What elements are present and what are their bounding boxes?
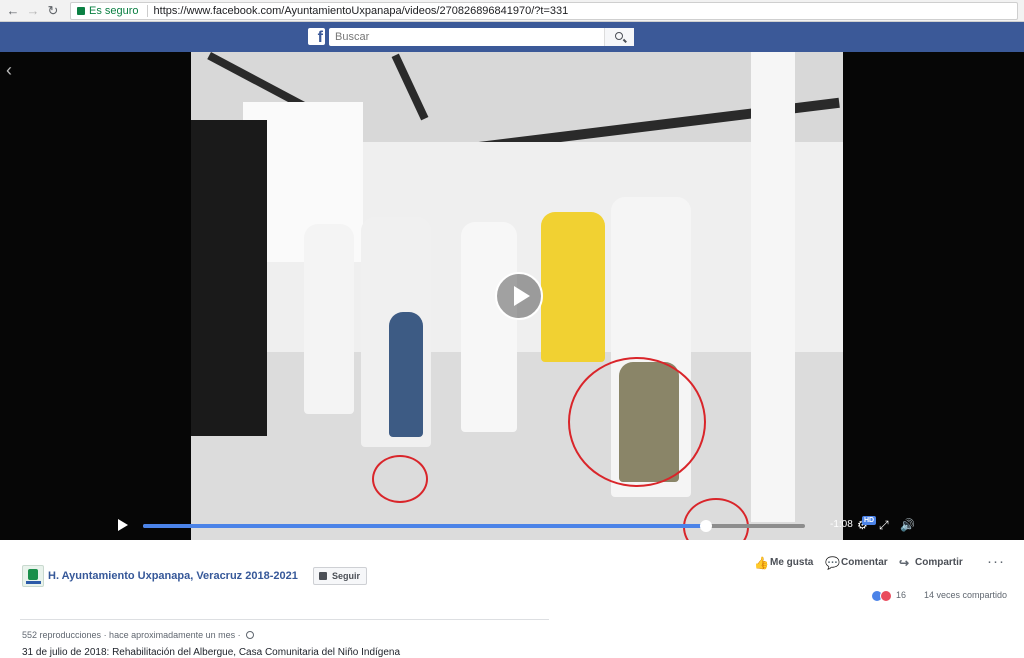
love-reaction-icon	[880, 590, 892, 602]
view-info: 552 reproducciones · hace aproximadament…	[22, 630, 255, 640]
more-options-icon[interactable]: ···	[987, 553, 1005, 570]
follow-icon	[319, 572, 327, 580]
avatar[interactable]	[22, 565, 44, 587]
hd-badge: HD	[862, 516, 877, 525]
facebook-header: f Buscar	[0, 22, 1024, 52]
browser-toolbar: ← → ↻ Es seguro https://www.facebook.com…	[0, 0, 1024, 22]
chevron-left-icon[interactable]: ‹	[6, 60, 12, 81]
time-remaining: -1:08	[830, 519, 853, 530]
follow-label: Seguir	[332, 571, 361, 581]
progress-bar[interactable]	[143, 520, 805, 532]
video-controls: -1:08 ⚙ HD ⤢ 🔊	[0, 512, 1024, 538]
person	[461, 222, 517, 432]
reaction-count[interactable]: 16	[896, 590, 906, 600]
view-count: 552 reproducciones	[22, 630, 102, 640]
share-icon: ↪	[899, 556, 910, 570]
play-overlay-button[interactable]	[495, 272, 543, 320]
globe-icon	[246, 631, 255, 639]
annotation-circle	[568, 357, 706, 487]
progress-handle[interactable]	[699, 520, 712, 532]
back-icon[interactable]: ←	[6, 3, 20, 18]
comment-button[interactable]: 💬 Comentar	[825, 556, 888, 570]
share-count[interactable]: 14 veces compartido	[924, 590, 1007, 600]
progress-fill	[143, 524, 706, 528]
follow-button[interactable]: Seguir	[313, 567, 368, 585]
url-text[interactable]: https://www.facebook.com/AyuntamientoUxp…	[154, 5, 569, 17]
comment-icon: 💬	[825, 556, 840, 570]
person	[389, 312, 423, 437]
lock-icon	[77, 6, 85, 15]
video-player[interactable]: ‹ -1:08 ⚙ HD ⤢ 🔊	[0, 52, 1024, 556]
fullscreen-icon[interactable]: ⤢	[879, 518, 889, 533]
annotation-circle	[372, 455, 428, 503]
door	[191, 120, 267, 436]
volume-icon[interactable]: 🔊	[900, 518, 915, 532]
forward-icon[interactable]: →	[26, 3, 40, 18]
reload-icon[interactable]: ↻	[46, 3, 60, 19]
post-description: 31 de julio de 2018: Rehabilitación del …	[22, 647, 401, 658]
person	[541, 212, 605, 362]
thumbs-up-icon: 👍	[754, 556, 769, 570]
page-name-link[interactable]: H. Ayuntamiento Uxpanapa, Veracruz 2018-…	[48, 570, 298, 582]
like-button[interactable]: 👍 Me gusta	[754, 556, 813, 570]
address-bar[interactable]: Es seguro https://www.facebook.com/Ayunt…	[70, 1, 1018, 20]
posted-time: · hace aproximadamente un mes ·	[101, 630, 244, 640]
play-icon[interactable]	[118, 519, 128, 531]
search-input[interactable]: Buscar	[329, 28, 634, 46]
pillar	[751, 52, 795, 522]
search-icon	[615, 32, 623, 40]
share-button[interactable]: ↪ Compartir	[899, 556, 963, 570]
facebook-logo-icon[interactable]: f	[308, 28, 325, 45]
post-info: H. Ayuntamiento Uxpanapa, Veracruz 2018-…	[0, 540, 1024, 658]
divider	[20, 619, 549, 620]
secure-label: Es seguro	[89, 4, 139, 17]
person	[304, 224, 354, 414]
search-button[interactable]	[604, 28, 634, 46]
